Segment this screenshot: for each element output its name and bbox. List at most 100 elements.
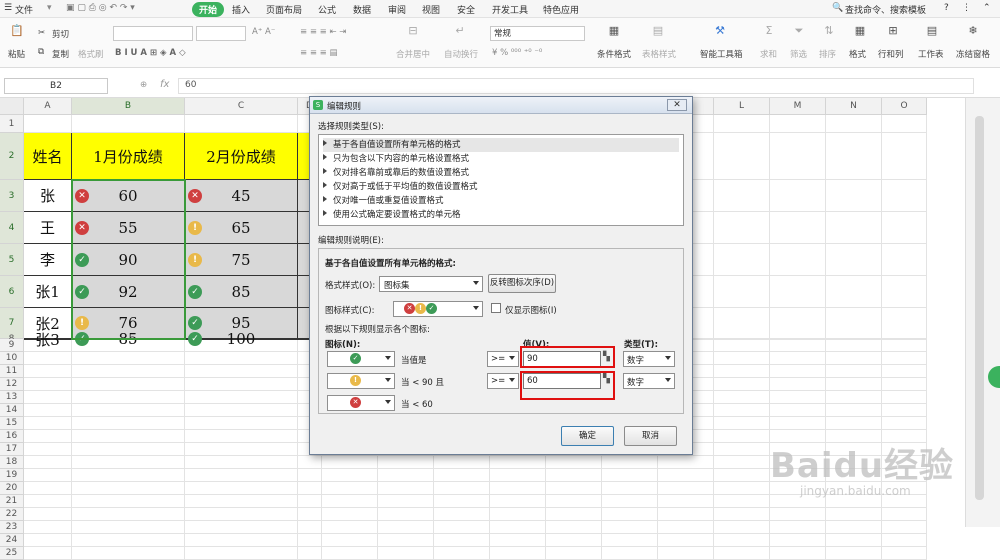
row-header-2[interactable]: 2 [0, 133, 24, 180]
smart-toolbox-button[interactable]: 智能工具箱 [700, 48, 743, 60]
grid-cell[interactable] [602, 534, 658, 547]
grid-cell[interactable] [24, 115, 72, 133]
grid-cell[interactable] [434, 534, 490, 547]
grid-cell[interactable] [490, 547, 546, 560]
grid-cell[interactable] [770, 404, 826, 417]
grid-cell[interactable] [434, 456, 490, 469]
grid-cell[interactable] [714, 495, 770, 508]
row-header-22[interactable]: 22 [0, 508, 24, 521]
grid-cell[interactable] [770, 115, 826, 133]
column-header-c[interactable]: C [185, 98, 298, 115]
vertical-scrollbar[interactable] [965, 98, 1000, 527]
auto-wrap-button[interactable]: 自动换行 [444, 48, 478, 60]
grid-cell[interactable] [24, 417, 72, 430]
grid-cell[interactable] [72, 115, 185, 133]
grid-cell[interactable] [770, 212, 826, 244]
grid-cell[interactable] [770, 547, 826, 560]
grid-cell[interactable] [714, 404, 770, 417]
grid-cell[interactable] [185, 456, 298, 469]
sum-button[interactable]: 求和 [760, 48, 777, 60]
tab-home[interactable]: 开始 [192, 2, 225, 17]
score-cell[interactable]: ! 75 [185, 244, 298, 276]
grid-cell[interactable] [546, 482, 602, 495]
reverse-icon-order-button[interactable]: 反转图标次序(D) [488, 274, 556, 293]
grid-cell[interactable] [185, 417, 298, 430]
grid-cell[interactable] [322, 469, 378, 482]
grid-cell[interactable] [714, 352, 770, 365]
grid-cell[interactable] [714, 534, 770, 547]
rule2-icon-combo[interactable]: ! [327, 373, 395, 389]
table-style-button[interactable]: 表格样式 [642, 48, 676, 60]
name-cell[interactable]: 张 [24, 180, 72, 212]
grid-cell[interactable] [24, 365, 72, 378]
grid-cell[interactable] [24, 378, 72, 391]
tab-review[interactable]: 审阅 [388, 3, 406, 16]
close-icon[interactable]: ✕ [667, 99, 687, 111]
grid-cell[interactable] [714, 339, 770, 352]
grid-cell[interactable] [882, 212, 927, 244]
copy-button[interactable]: 复制 [52, 48, 69, 60]
grid-cell[interactable] [72, 521, 185, 534]
grid-cell[interactable] [602, 495, 658, 508]
more-icon[interactable]: ⋮ [962, 3, 971, 13]
ok-button[interactable]: 确定 [561, 426, 614, 446]
grid-cell[interactable] [185, 495, 298, 508]
grid-cell[interactable] [770, 339, 826, 352]
row-header-4[interactable]: 4 [0, 212, 24, 244]
row-header-25[interactable]: 25 [0, 547, 24, 560]
grid-cell[interactable] [378, 547, 434, 560]
grid-cell[interactable] [770, 180, 826, 212]
grid-cell[interactable] [298, 495, 322, 508]
score-cell[interactable]: ✓ 85 [185, 276, 298, 308]
grid-cell[interactable] [658, 521, 714, 534]
score-cell[interactable]: ! 65 [185, 212, 298, 244]
grid-cell[interactable] [434, 469, 490, 482]
grid-cell[interactable] [882, 115, 927, 133]
grid-cell[interactable] [72, 352, 185, 365]
grid-cell[interactable] [72, 378, 185, 391]
tab-developer[interactable]: 开发工具 [492, 3, 528, 16]
grid-cell[interactable] [714, 469, 770, 482]
tab-features[interactable]: 特色应用 [543, 3, 579, 16]
grid-cell[interactable] [490, 508, 546, 521]
grid-cell[interactable] [490, 495, 546, 508]
grid-cell[interactable] [882, 404, 927, 417]
grid-cell[interactable] [546, 534, 602, 547]
grid-cell[interactable] [72, 456, 185, 469]
grid-cell[interactable] [770, 521, 826, 534]
grid-cell[interactable] [826, 547, 882, 560]
grid-cell[interactable] [658, 456, 714, 469]
name-cell[interactable]: 李 [24, 244, 72, 276]
grid-cell[interactable] [185, 352, 298, 365]
grid-cell[interactable] [490, 482, 546, 495]
score-cell[interactable]: ✓ 85 [72, 330, 185, 348]
grid-cell[interactable] [434, 508, 490, 521]
grid-cell[interactable] [72, 404, 185, 417]
grid-cell[interactable] [602, 521, 658, 534]
grid-cell[interactable] [72, 443, 185, 456]
grid-cell[interactable] [770, 365, 826, 378]
row-header-6[interactable]: 6 [0, 276, 24, 308]
score-cell[interactable]: ✓ 100 [185, 330, 298, 348]
rule1-type-combo[interactable]: 数字 [623, 351, 675, 367]
grid-cell[interactable] [658, 534, 714, 547]
grid-cell[interactable] [378, 456, 434, 469]
grid-cell[interactable] [882, 180, 927, 212]
grid-cell[interactable] [546, 508, 602, 521]
grid-cell[interactable] [826, 212, 882, 244]
worksheet-button[interactable]: 工作表 [918, 48, 944, 60]
grid-cell[interactable] [882, 244, 927, 276]
grid-cell[interactable] [72, 495, 185, 508]
grid-cell[interactable] [24, 534, 72, 547]
grid-cell[interactable] [826, 180, 882, 212]
grid-cell[interactable] [24, 482, 72, 495]
grid-cell[interactable] [714, 521, 770, 534]
icon-style-combo[interactable]: ✕! ✓ [393, 301, 483, 317]
merge-center-button[interactable]: 合并居中 [396, 48, 430, 60]
name-cell[interactable]: 王 [24, 212, 72, 244]
grid-cell[interactable] [602, 547, 658, 560]
grid-cell[interactable] [490, 456, 546, 469]
row-header-16[interactable]: 16 [0, 430, 24, 443]
grid-cell[interactable] [322, 482, 378, 495]
rule3-icon-combo[interactable]: ✕ [327, 395, 395, 411]
